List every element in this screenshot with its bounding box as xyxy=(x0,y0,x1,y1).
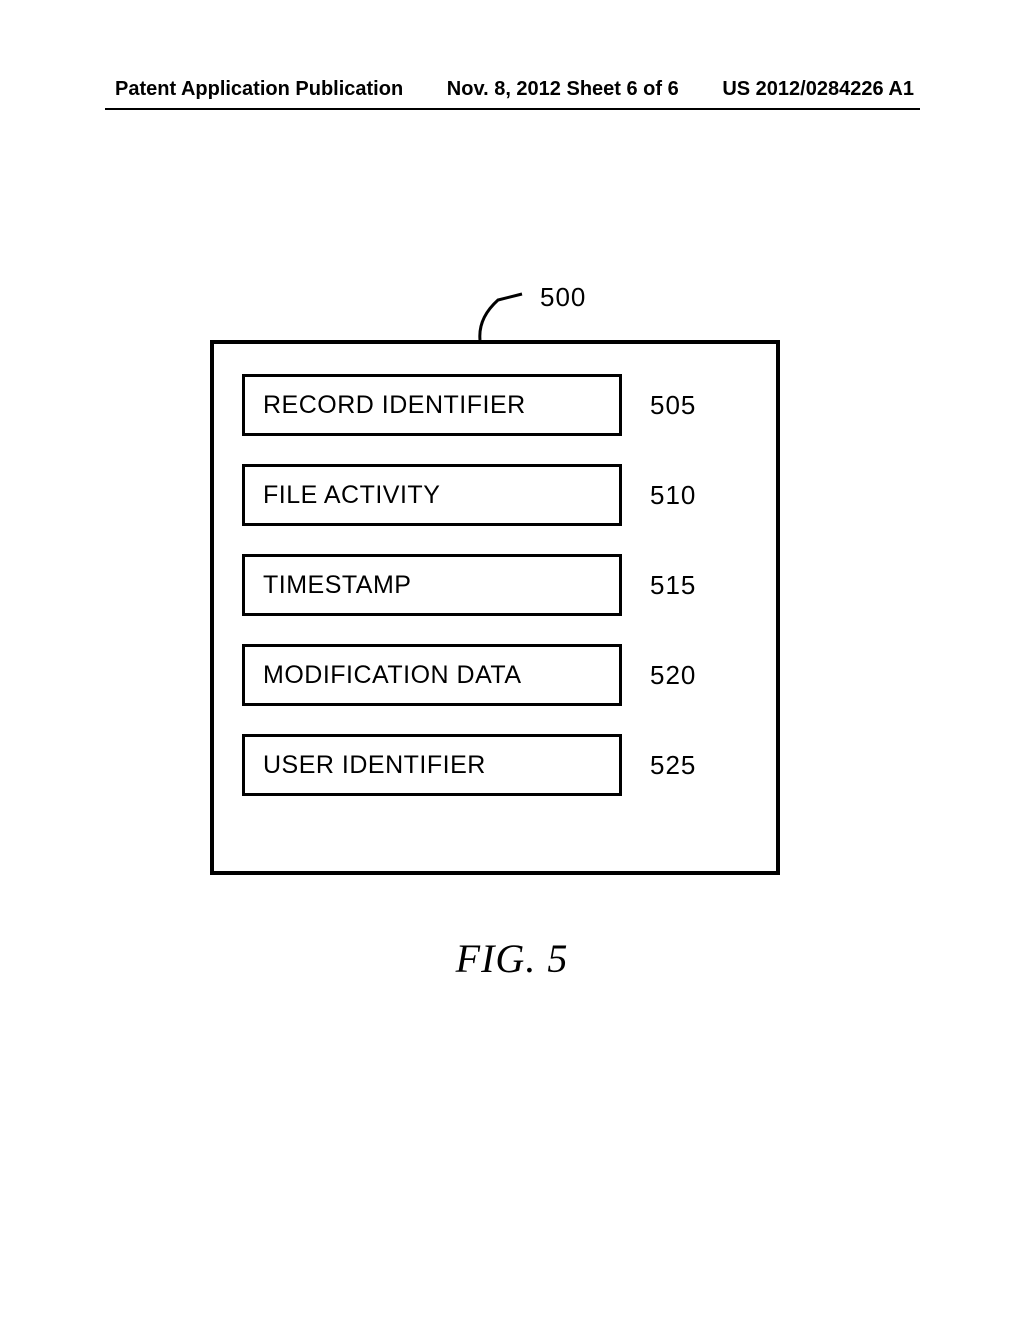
field-box-record-identifier: RECORD IDENTIFIER xyxy=(242,374,622,436)
field-row: RECORD IDENTIFIER 505 xyxy=(242,374,748,436)
field-label: USER IDENTIFIER xyxy=(263,751,486,780)
field-row: FILE ACTIVITY 510 xyxy=(242,464,748,526)
field-box-file-activity: FILE ACTIVITY xyxy=(242,464,622,526)
field-row: MODIFICATION DATA 520 xyxy=(242,644,748,706)
field-box-timestamp: TIMESTAMP xyxy=(242,554,622,616)
field-num: 510 xyxy=(650,480,696,511)
field-row: TIMESTAMP 515 xyxy=(242,554,748,616)
field-label: TIMESTAMP xyxy=(263,571,411,600)
header-center: Nov. 8, 2012 Sheet 6 of 6 xyxy=(447,78,679,101)
record-structure-box: RECORD IDENTIFIER 505 FILE ACTIVITY 510 … xyxy=(210,340,780,875)
callout-leader-icon xyxy=(470,288,530,348)
header-left: Patent Application Publication xyxy=(115,78,403,101)
callout-label: 500 xyxy=(540,282,586,313)
diagram-callout: 500 xyxy=(470,288,586,348)
field-row: USER IDENTIFIER 525 xyxy=(242,734,748,796)
field-num: 525 xyxy=(650,750,696,781)
field-num: 520 xyxy=(650,660,696,691)
field-label: FILE ACTIVITY xyxy=(263,481,440,510)
field-box-modification-data: MODIFICATION DATA xyxy=(242,644,622,706)
header-rule xyxy=(105,108,920,110)
page-header: Patent Application Publication Nov. 8, 2… xyxy=(0,78,1024,101)
field-num: 515 xyxy=(650,570,696,601)
field-box-user-identifier: USER IDENTIFIER xyxy=(242,734,622,796)
field-num: 505 xyxy=(650,390,696,421)
diagram-container: RECORD IDENTIFIER 505 FILE ACTIVITY 510 … xyxy=(210,340,780,875)
field-label: RECORD IDENTIFIER xyxy=(263,391,526,420)
header-right: US 2012/0284226 A1 xyxy=(722,78,914,101)
figure-caption: FIG. 5 xyxy=(0,935,1024,982)
field-label: MODIFICATION DATA xyxy=(263,661,522,690)
